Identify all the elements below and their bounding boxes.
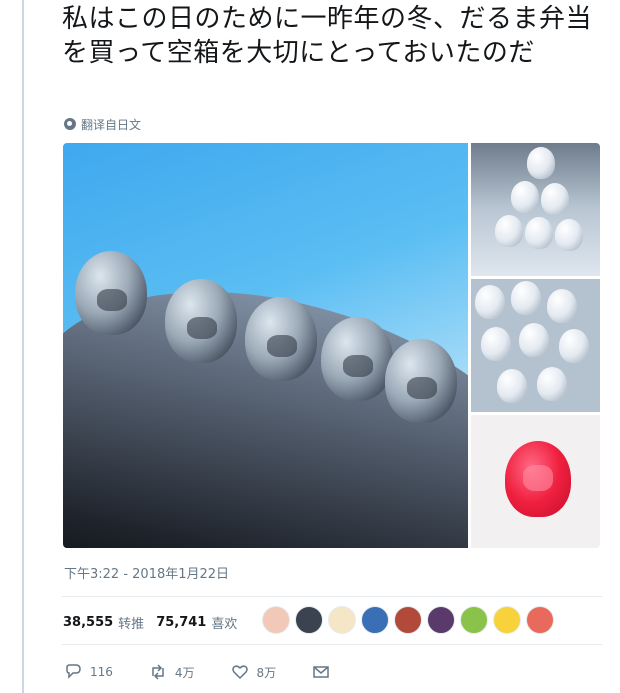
direct-message-button[interactable] bbox=[312, 664, 330, 680]
snow-daruma bbox=[555, 219, 583, 251]
snow-daruma bbox=[511, 181, 539, 213]
envelope-icon bbox=[313, 666, 329, 678]
conversation-thread-line bbox=[22, 0, 24, 693]
translate-label: 翻译自日文 bbox=[81, 117, 142, 132]
snow-daruma bbox=[385, 339, 457, 423]
photo-daruma-row-on-snow[interactable] bbox=[63, 143, 468, 548]
photo-daruma-grid[interactable] bbox=[471, 279, 600, 412]
media-grid bbox=[63, 143, 600, 548]
likes-count[interactable]: 75,741 bbox=[156, 615, 206, 630]
snow-daruma bbox=[525, 217, 553, 249]
snow-daruma bbox=[511, 281, 541, 315]
retweets-label[interactable]: 转推 bbox=[118, 613, 144, 632]
translate-link[interactable]: 翻译自日文 bbox=[64, 115, 141, 133]
engagement-stats: 38,555 转推 75,741 喜欢 bbox=[63, 611, 249, 633]
snow-daruma bbox=[559, 329, 589, 363]
retweet-count: 4万 bbox=[174, 665, 195, 680]
tweet-text: 私はこの日のために一昨年の冬、だるま弁当を買って空箱を大切にとっておいたのだ bbox=[62, 4, 593, 68]
photo-red-daruma[interactable] bbox=[471, 415, 600, 548]
retweets-count[interactable]: 38,555 bbox=[63, 615, 113, 630]
likes-label[interactable]: 喜欢 bbox=[211, 613, 237, 632]
liker-avatar[interactable] bbox=[394, 606, 422, 634]
liker-avatar[interactable] bbox=[262, 606, 290, 634]
snow-daruma bbox=[537, 367, 567, 401]
snow-daruma bbox=[481, 327, 511, 361]
tweet-timestamp[interactable]: 下午3:22 - 2018年1月22日 bbox=[64, 563, 229, 582]
liker-avatar[interactable] bbox=[295, 606, 323, 634]
snow-daruma bbox=[321, 317, 393, 401]
tweet-actions: 116 4万 8万 bbox=[64, 660, 366, 684]
snow-daruma bbox=[541, 183, 569, 215]
snow-daruma bbox=[547, 289, 577, 323]
red-daruma bbox=[505, 441, 571, 517]
retweet-arrows-icon bbox=[152, 664, 164, 680]
liker-avatar[interactable] bbox=[526, 606, 554, 634]
reply-bubble-icon bbox=[66, 664, 81, 679]
liker-avatar[interactable] bbox=[427, 606, 455, 634]
reply-button[interactable]: 116 bbox=[64, 664, 113, 680]
snow-daruma bbox=[527, 147, 555, 179]
snow-daruma bbox=[245, 297, 317, 381]
retweet-button[interactable]: 4万 bbox=[149, 664, 195, 681]
snow-daruma bbox=[495, 215, 523, 247]
like-button[interactable]: 8万 bbox=[231, 664, 277, 681]
heart-icon bbox=[231, 665, 248, 680]
divider bbox=[62, 644, 602, 645]
liker-avatar[interactable] bbox=[493, 606, 521, 634]
snow-daruma bbox=[75, 251, 147, 335]
globe-icon bbox=[64, 118, 76, 130]
liker-avatars bbox=[262, 606, 554, 634]
liker-avatar[interactable] bbox=[361, 606, 389, 634]
liker-avatar[interactable] bbox=[460, 606, 488, 634]
snow-daruma bbox=[519, 323, 549, 357]
photo-daruma-pyramid[interactable] bbox=[471, 143, 600, 276]
snow-daruma bbox=[165, 279, 237, 363]
snow-daruma bbox=[475, 285, 505, 319]
divider bbox=[62, 596, 602, 597]
like-count: 8万 bbox=[256, 665, 277, 680]
liker-avatar[interactable] bbox=[328, 606, 356, 634]
reply-count: 116 bbox=[90, 665, 113, 679]
snow-daruma bbox=[497, 369, 527, 403]
